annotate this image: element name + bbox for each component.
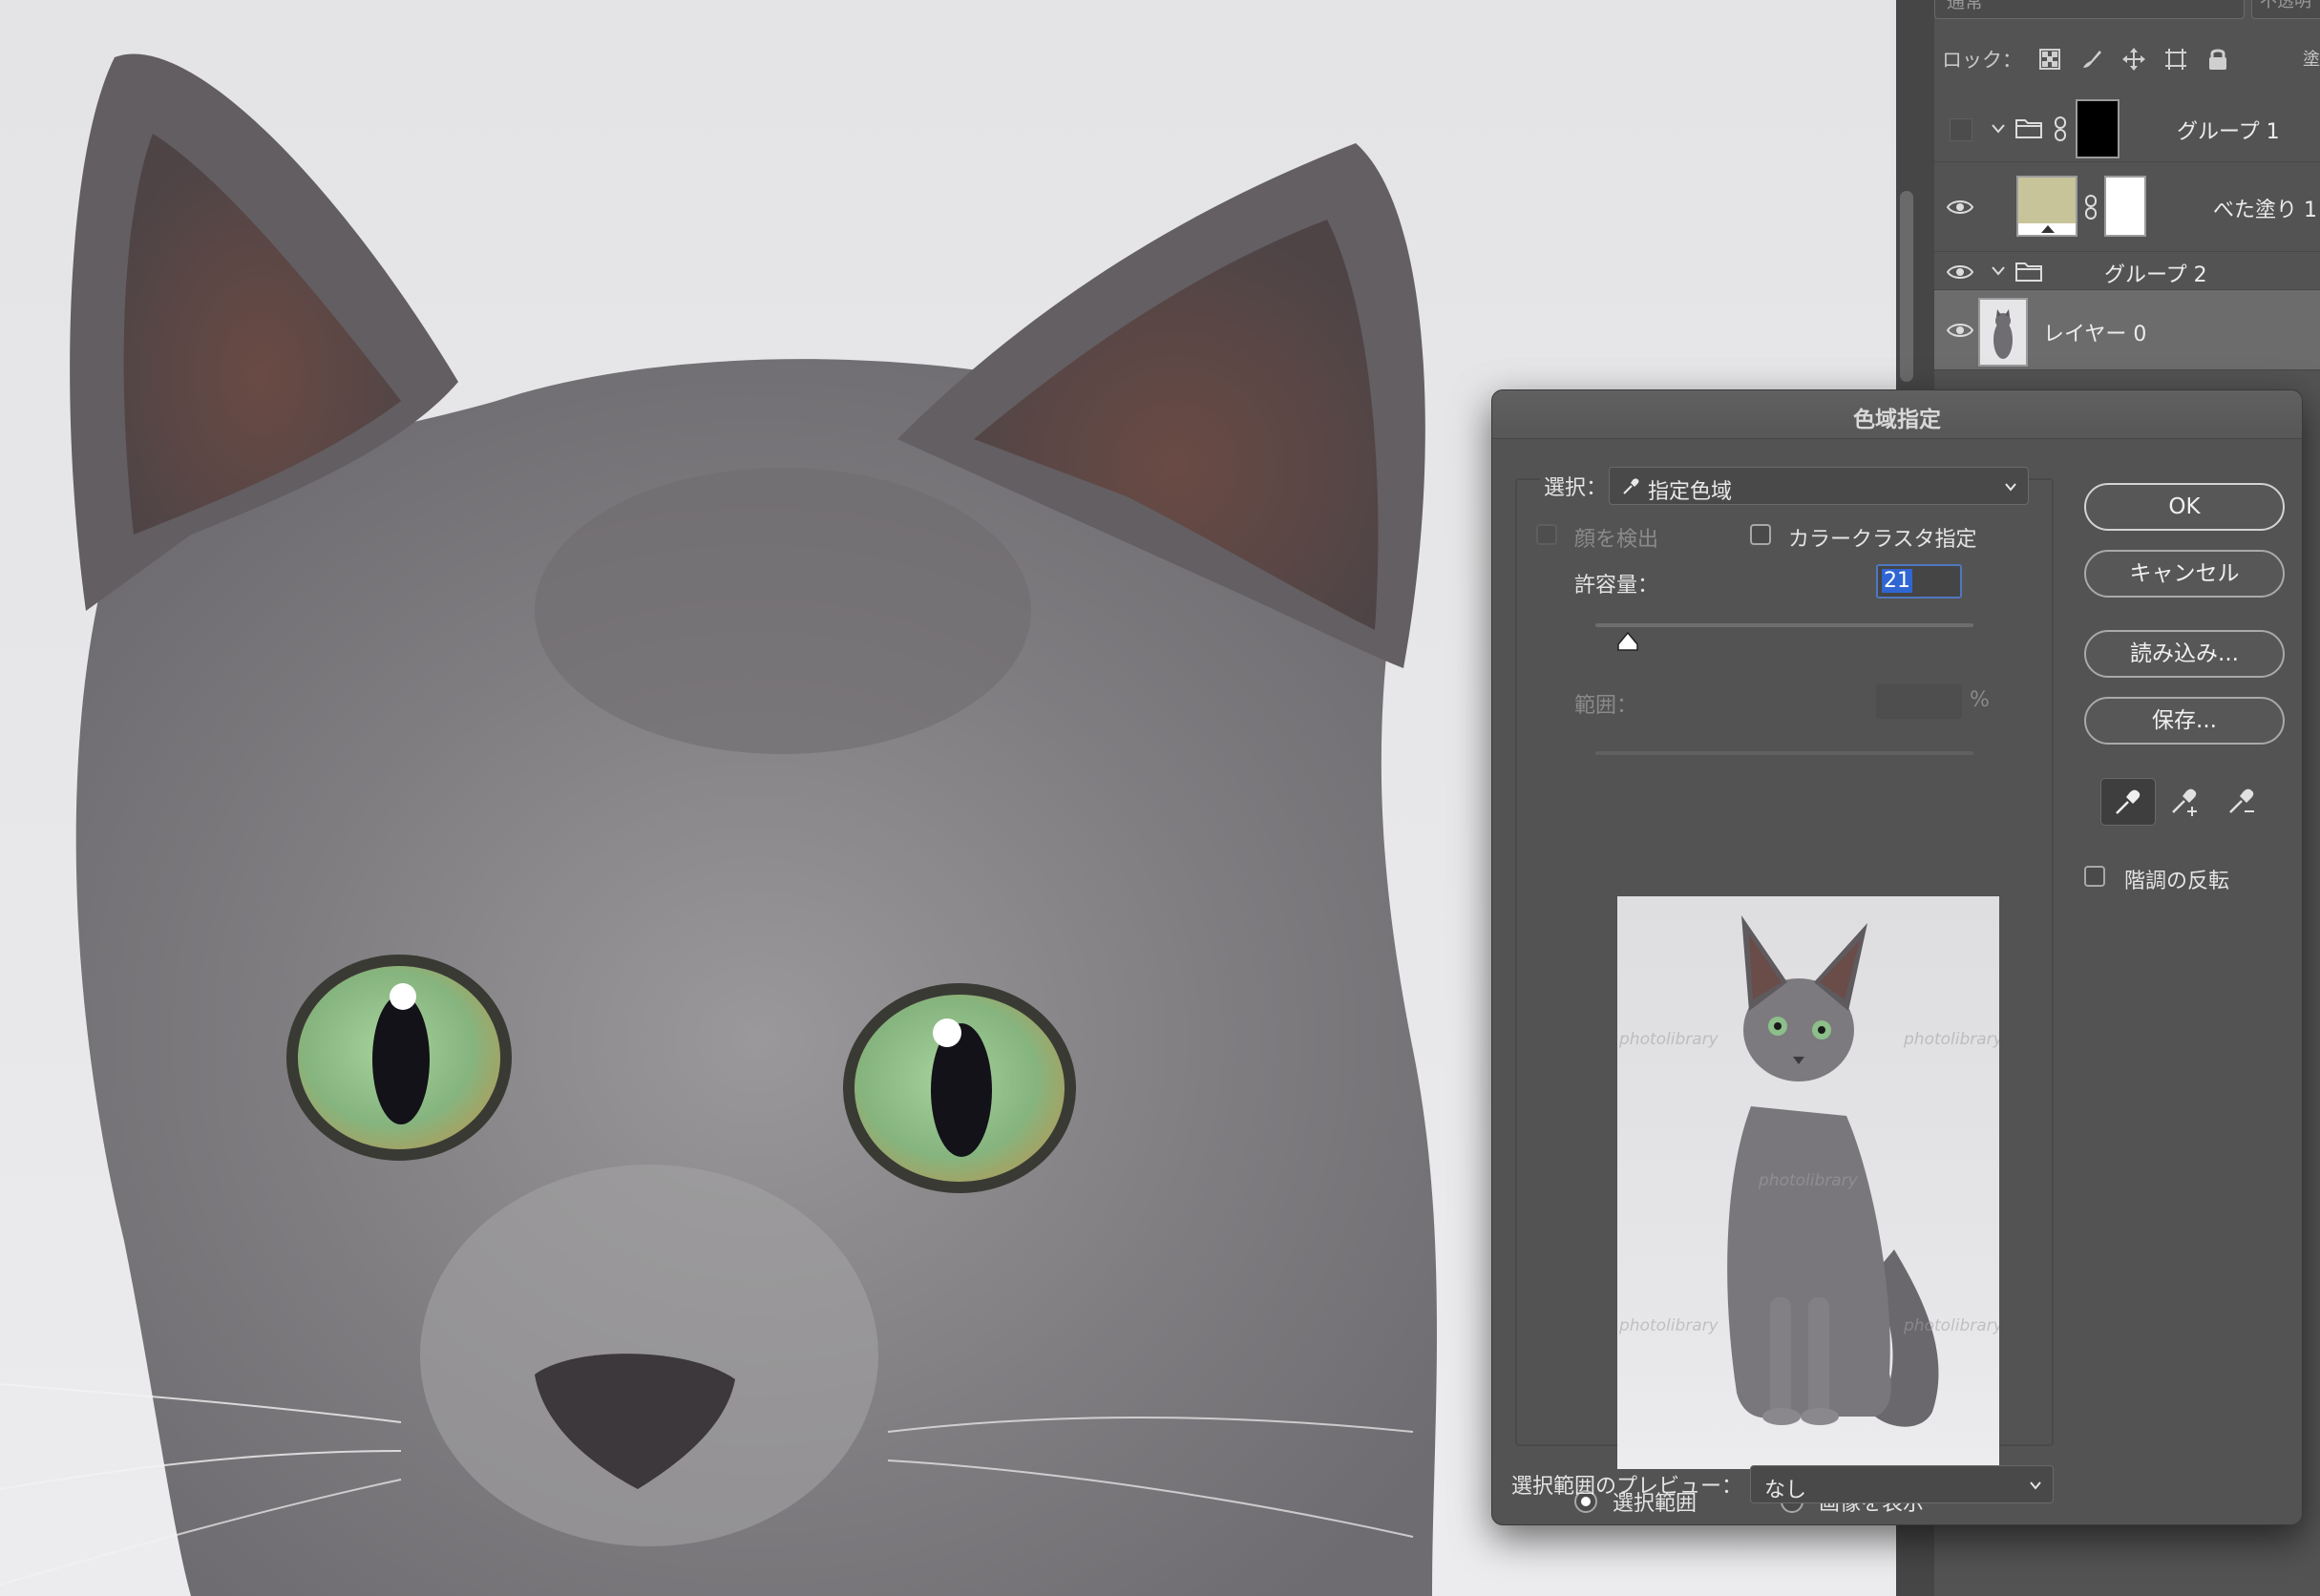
detect-faces-label: 顔を検出: [1574, 528, 1659, 552]
fuzziness-slider-track[interactable]: [1595, 623, 1973, 627]
invert-label: 階調の反転: [2124, 870, 2230, 893]
opacity-field[interactable]: 不透明: [2251, 0, 2320, 19]
lock-row: ロック：: [1942, 42, 2232, 76]
select-label: 選択：: [1540, 471, 1612, 501]
blend-mode-select[interactable]: 通常: [1934, 0, 2245, 19]
eyedropper-icon: [2116, 789, 2141, 814]
chevron-down-icon: [2028, 1478, 2043, 1493]
fuzziness-input[interactable]: 21: [1876, 564, 1962, 598]
eye-icon[interactable]: [1944, 319, 1976, 342]
fill-color-thumbnail[interactable]: [2016, 176, 2077, 237]
layer-row-group-2[interactable]: グループ 2: [1934, 252, 2320, 290]
lock-image-pixels-icon[interactable]: [2077, 45, 2106, 74]
lock-transparent-pixels-icon[interactable]: [2035, 45, 2064, 74]
lock-all-icon[interactable]: [2204, 45, 2232, 74]
layer-name: グループ 1: [2177, 120, 2280, 144]
layer-name: べた塗り 1: [2213, 199, 2317, 222]
layer-name: レイヤー 0: [2043, 323, 2147, 346]
visibility-toggle-off[interactable]: [1950, 118, 1972, 141]
eye-icon[interactable]: [1944, 261, 1976, 284]
folder-icon: [2014, 116, 2047, 141]
layer-name: グループ 2: [2104, 263, 2207, 287]
lock-artboard-icon[interactable]: [2162, 45, 2190, 74]
chevron-down-icon[interactable]: [1988, 118, 2009, 139]
range-label: 範囲：: [1574, 694, 1638, 718]
select-mode-value: 指定色域: [1648, 480, 1733, 504]
layer-row-group-1[interactable]: グループ 1: [1934, 95, 2320, 162]
options-group: 選択： 指定色域 顔を検出 カラークラスタ指定 許容量： 21 範囲： % ph…: [1515, 467, 2054, 1516]
layer-image-thumbnail[interactable]: [1978, 298, 2028, 367]
eyedropper-minus-icon: [2229, 788, 2254, 813]
selection-preview-label: 選択範囲のプレビュー：: [1511, 1475, 1743, 1499]
watermark-text: photolibrary: [1904, 1030, 1999, 1049]
fuzziness-value: 21: [1882, 569, 1912, 593]
eyedropper-tool[interactable]: [2100, 778, 2156, 826]
color-range-dialog: 色域指定 選択： 指定色域 顔を検出 カラークラスタ指定 許容量： 21 範囲：: [1491, 389, 2303, 1525]
layer-mask-thumbnail[interactable]: [2104, 176, 2146, 237]
opacity-label: 不透明: [2260, 0, 2311, 11]
save-button[interactable]: 保存...: [2084, 697, 2285, 745]
dialog-title-bar[interactable]: 色域指定: [1492, 390, 2302, 439]
watermark-text: photolibrary: [1619, 1030, 1719, 1049]
watermark-text: photolibrary: [1904, 1316, 1999, 1335]
fill-label: 塗: [2303, 50, 2320, 70]
range-input[interactable]: [1876, 684, 1962, 719]
layer-row-fill-1[interactable]: べた塗り 1: [1934, 162, 2320, 252]
mask-link-icon[interactable]: [2083, 193, 2100, 221]
select-mode-dropdown[interactable]: 指定色域: [1609, 467, 2029, 505]
chevron-down-icon: [2003, 479, 2018, 494]
selection-preview-value: なし: [1764, 1479, 1807, 1502]
cancel-button[interactable]: キャンセル: [2084, 550, 2285, 598]
ok-button[interactable]: OK: [2084, 483, 2285, 531]
fuzziness-slider-knob[interactable]: [1616, 631, 1639, 652]
lock-label: ロック：: [1942, 49, 2022, 72]
localized-color-clusters-label: カラークラスタ指定: [1788, 528, 1977, 552]
add-to-sample-tool[interactable]: [2158, 778, 2211, 824]
subtract-from-sample-tool[interactable]: [2215, 778, 2268, 824]
mask-link-icon[interactable]: [2053, 115, 2070, 143]
selection-preview-image: photolibrary photolibrary photolibrary p…: [1617, 896, 1999, 1469]
folder-icon: [2014, 260, 2047, 284]
dialog-title: 色域指定: [1853, 408, 1941, 432]
watermark-text: photolibrary: [1759, 1171, 1858, 1190]
invert-checkbox[interactable]: [2084, 866, 2105, 887]
range-unit: %: [1970, 688, 1990, 712]
layer-row-layer-0[interactable]: レイヤー 0: [1934, 290, 2320, 370]
eye-icon[interactable]: [1944, 196, 1976, 219]
lock-position-icon[interactable]: [2120, 45, 2148, 74]
chevron-down-icon[interactable]: [1988, 261, 2009, 282]
selection-preview-dropdown[interactable]: なし: [1750, 1465, 2054, 1503]
range-slider-track[interactable]: [1595, 751, 1973, 755]
panel-scrollbar[interactable]: [1900, 191, 1913, 382]
blend-mode-value: 通常: [1947, 0, 1984, 12]
localized-color-clusters-checkbox[interactable]: [1750, 524, 1771, 545]
eyedropper-plus-icon: [2172, 788, 2197, 816]
detect-faces-checkbox[interactable]: [1536, 524, 1557, 545]
fuzziness-label: 許容量：: [1574, 574, 1659, 598]
load-button[interactable]: 読み込み...: [2084, 630, 2285, 678]
layer-mask-thumbnail[interactable]: [2076, 99, 2120, 158]
eyedropper-icon: [1621, 475, 1642, 500]
watermark-text: photolibrary: [1619, 1316, 1719, 1335]
